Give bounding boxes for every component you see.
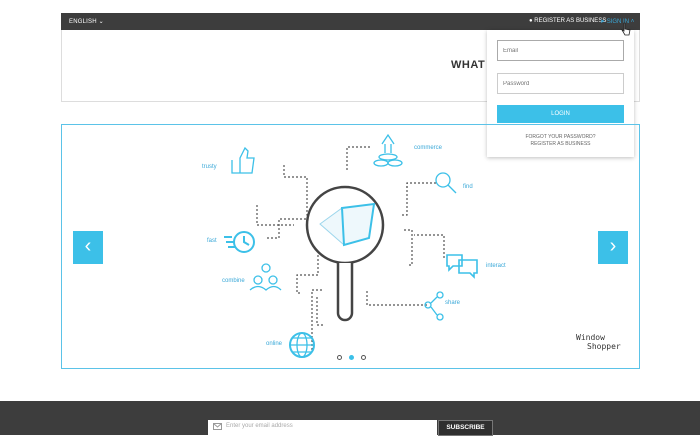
share-icon: [430, 296, 438, 316]
slider-dot-3[interactable]: [361, 355, 366, 360]
top-bar: ENGLISH ⌄ ● REGISTER AS BUSINESS ➤ SIGN …: [61, 13, 640, 30]
language-label: ENGLISH: [69, 19, 97, 25]
subscribe-button[interactable]: SUBSCRIBE: [438, 420, 493, 436]
window-shopper-logo: Window Shopper: [576, 333, 621, 351]
clock-icon: [224, 236, 250, 248]
label-interact: interact: [486, 263, 506, 269]
label-find: find: [463, 184, 473, 190]
label-commerce: commerce: [414, 145, 443, 151]
label-online: online: [266, 341, 283, 347]
sign-in-icon: ➤: [600, 19, 606, 25]
password-field[interactable]: [497, 73, 624, 94]
search-icon: [447, 184, 457, 194]
register-business-label: REGISTER AS BUSINESS: [534, 18, 607, 24]
register-business-link[interactable]: ● REGISTER AS BUSINESS: [529, 18, 606, 24]
cursor-icon: [621, 22, 631, 36]
login-button[interactable]: LOGIN: [497, 105, 624, 123]
chevron-up-icon: ˄: [630, 19, 635, 25]
label-fast: fast: [207, 238, 217, 244]
group-icon: [249, 285, 282, 291]
slide-illustration: [224, 133, 478, 358]
label-trusty: trusty: [202, 164, 217, 170]
globe-icon: [290, 337, 314, 353]
user-icon: ●: [529, 18, 533, 24]
email-placeholder: Enter your email address: [226, 423, 293, 429]
footer: Enter your email address SUBSCRIBE: [0, 401, 700, 436]
hero-slider: ‹ › trusty commerce find fast interact c…: [61, 124, 640, 369]
envelope-icon: [213, 423, 222, 430]
language-selector[interactable]: ENGLISH ⌄: [69, 18, 104, 25]
slider-dot-1[interactable]: [337, 355, 342, 360]
slider-dot-2[interactable]: [349, 355, 354, 360]
logo-line-1: Window: [576, 333, 605, 342]
label-share: share: [445, 300, 461, 306]
email-field[interactable]: [497, 40, 624, 61]
arrow-up-icon: [381, 133, 395, 153]
newsletter-email-input[interactable]: Enter your email address: [208, 420, 437, 436]
logo-line-2: Shopper: [587, 342, 621, 351]
label-combine: combine: [222, 278, 245, 284]
thumbs-up-icon: [231, 146, 255, 174]
chevron-down-icon: ⌄: [98, 19, 104, 25]
